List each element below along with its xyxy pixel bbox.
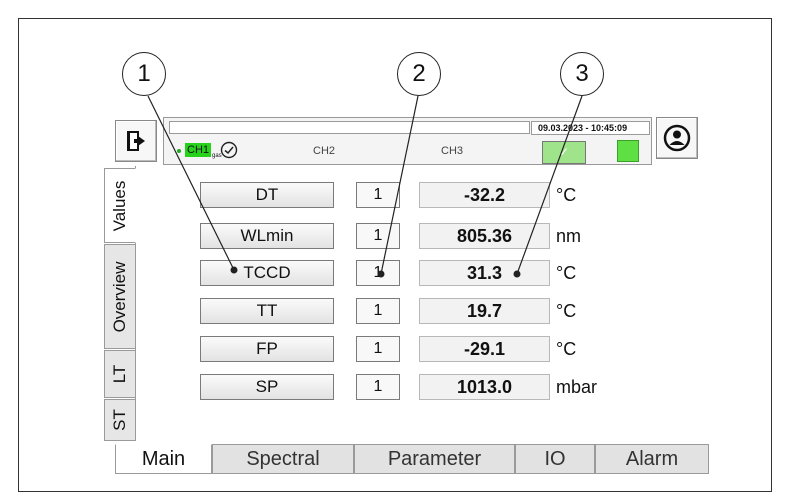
tab-io[interactable]: IO <box>515 444 595 474</box>
tab-main[interactable]: Main <box>115 444 212 474</box>
tab-overview[interactable]: Overview <box>104 244 136 349</box>
channel-field-tt[interactable]: 1 <box>356 298 400 324</box>
value-field-sp: 1013.0 <box>419 374 550 400</box>
tab-values-label: Values <box>110 180 129 231</box>
value-field-tt: 19.7 <box>419 298 550 324</box>
unit-label-fp: °C <box>556 339 577 359</box>
unit-label-tt: °C <box>556 301 577 321</box>
param-button-sp[interactable]: SP <box>200 374 334 400</box>
tab-spectral[interactable]: Spectral <box>212 444 354 474</box>
tab-st-label: ST <box>110 409 129 431</box>
unit-label-dt: °C <box>556 185 577 205</box>
unit-label-wlmin: nm <box>556 226 582 246</box>
channel-1-tab[interactable]: CH1 <box>185 143 212 157</box>
param-button-dt[interactable]: DT <box>200 182 334 208</box>
unit-label-tccd: °C <box>556 263 577 283</box>
exit-door-icon <box>127 131 145 151</box>
datetime-display: 09.03.2023 - 10:45:09 <box>531 121 650 135</box>
channel-field-dt[interactable]: 1 <box>356 182 400 208</box>
channel-field-sp[interactable]: 1 <box>356 374 400 400</box>
channel-field-fp[interactable]: 1 <box>356 336 400 362</box>
tab-values[interactable]: Values <box>104 168 136 243</box>
unit-label-sp: mbar <box>556 377 598 397</box>
param-button-tccd[interactable]: TCCD <box>200 260 334 286</box>
value-field-fp: -29.1 <box>419 336 550 362</box>
channel-indicator-dot <box>177 149 181 153</box>
status-indicator <box>617 140 639 162</box>
tab-alarm[interactable]: Alarm <box>595 444 709 474</box>
tab-lt-label: LT <box>110 364 129 384</box>
channel-field-tccd[interactable]: 1 <box>356 260 400 286</box>
tab-parameter[interactable]: Parameter <box>354 444 515 474</box>
callout-1: 1 <box>122 52 166 96</box>
value-field-tccd: 31.3 <box>419 260 550 286</box>
confirm-button[interactable]: ✓ <box>542 141 586 164</box>
tab-st[interactable]: ST <box>104 399 136 441</box>
param-button-tt[interactable]: TT <box>200 298 334 324</box>
tab-overview-label: Overview <box>110 261 129 332</box>
value-field-dt: -32.2 <box>419 182 550 208</box>
user-account-button[interactable] <box>656 117 698 159</box>
value-field-wlmin: 805.36 <box>419 223 550 249</box>
channel-2-tab[interactable]: CH2 <box>313 145 335 157</box>
channel-3-tab[interactable]: CH3 <box>441 145 463 157</box>
param-button-wlmin[interactable]: WLmin <box>200 223 334 249</box>
user-account-icon <box>663 124 691 152</box>
callout-3: 3 <box>560 52 604 96</box>
param-button-fp[interactable]: FP <box>200 336 334 362</box>
channel-field-wlmin[interactable]: 1 <box>356 223 400 249</box>
progress-bar <box>169 121 530 134</box>
exit-button[interactable] <box>115 120 157 162</box>
tab-lt[interactable]: LT <box>104 350 136 398</box>
checkmark-circle-icon <box>220 141 238 159</box>
callout-2: 2 <box>397 52 441 96</box>
